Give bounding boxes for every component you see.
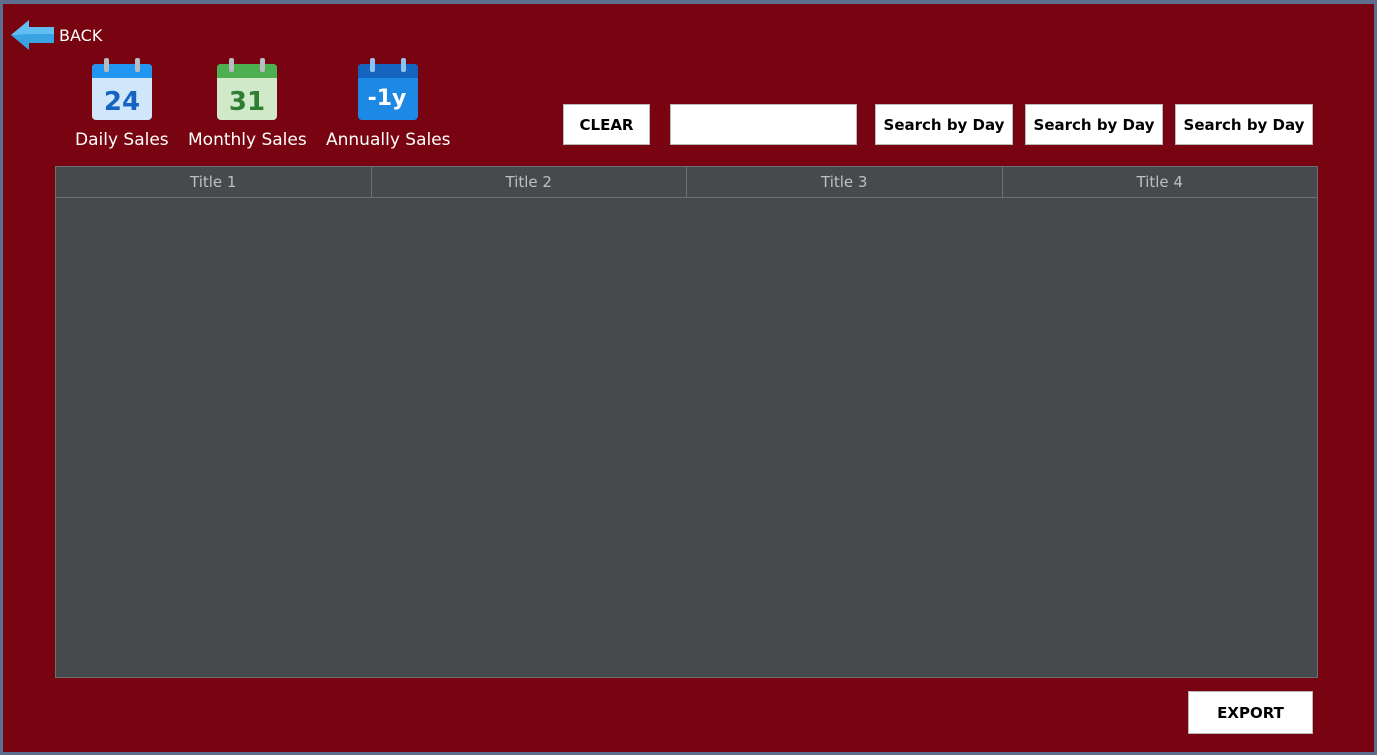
search-by-day-button-1[interactable]: Search by Day <box>875 104 1013 145</box>
search-input[interactable] <box>670 104 857 145</box>
search-by-day-button-2[interactable]: Search by Day <box>1025 104 1163 145</box>
nav-daily-sales-label: Daily Sales <box>75 130 169 150</box>
clear-button[interactable]: CLEAR <box>563 104 650 145</box>
column-header-title-3[interactable]: Title 3 <box>687 167 1003 197</box>
svg-text:-1y: -1y <box>368 86 407 111</box>
nav-monthly-sales-label: Monthly Sales <box>188 130 307 150</box>
column-header-title-2[interactable]: Title 2 <box>372 167 687 197</box>
export-button[interactable]: EXPORT <box>1188 691 1313 734</box>
svg-text:31: 31 <box>229 87 265 117</box>
grid-header: Title 1 Title 2 Title 3 Title 4 <box>56 167 1317 198</box>
daily-calendar-icon: 24 <box>91 58 152 120</box>
column-header-title-4[interactable]: Title 4 <box>1003 167 1318 197</box>
back-label: BACK <box>59 25 103 45</box>
nav-annually-sales-label: Annually Sales <box>326 130 451 150</box>
nav-daily-sales[interactable]: 24 Daily Sales <box>75 58 169 150</box>
column-header-title-1[interactable]: Title 1 <box>56 167 372 197</box>
svg-text:24: 24 <box>104 87 140 117</box>
nav-annually-sales[interactable]: -1y Annually Sales <box>326 58 451 150</box>
monthly-calendar-icon: 31 <box>217 58 278 120</box>
main-window: BACK 24 Daily Sales 31 Monthly Sales -1y… <box>0 0 1377 755</box>
back-arrow-icon <box>11 20 54 50</box>
search-by-day-button-3[interactable]: Search by Day <box>1175 104 1313 145</box>
sales-data-grid[interactable]: Title 1 Title 2 Title 3 Title 4 <box>55 166 1318 678</box>
annual-calendar-icon: -1y <box>358 58 419 120</box>
nav-monthly-sales[interactable]: 31 Monthly Sales <box>188 58 307 150</box>
back-button[interactable]: BACK <box>11 19 102 51</box>
grid-body <box>56 198 1317 677</box>
